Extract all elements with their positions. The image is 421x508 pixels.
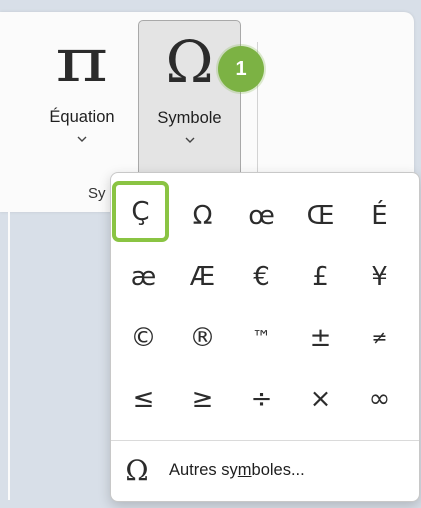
equation-label: Équation (49, 108, 115, 126)
symbol-cell[interactable]: × (291, 368, 350, 429)
symbol-cell[interactable]: ≥ (173, 368, 232, 429)
ribbon-edge (8, 200, 10, 500)
more-symbols-label: Autres symboles... (169, 460, 305, 479)
symbol-dropdown: Ç Ωœ Œ Éæ Æ € £ ¥ © ® ™ ± ≠ ≤ ≥ ÷ × ∞ Ω Autres symboles..… (110, 172, 420, 502)
symbol-button[interactable]: Ω Symbole (138, 20, 241, 182)
symbol-cell[interactable]: ÷ (232, 368, 291, 429)
symbol-cell[interactable]: ™ (232, 307, 291, 368)
omega-icon: Ω (165, 28, 214, 96)
symbol-cell[interactable]: ≠ (350, 307, 409, 368)
more-symbols-button[interactable]: Ω Autres symboles... (119, 449, 305, 491)
symbol-cell[interactable]: Ω (173, 185, 232, 246)
chevron-down-icon (77, 136, 87, 142)
pi-icon: π (55, 26, 109, 96)
symbol-grid: Ç Ωœ Œ Éæ Æ € £ ¥ © ® ™ ± ≠ ≤ ≥ ÷ × ∞ (112, 181, 410, 429)
symbol-cell[interactable]: ≤ (114, 368, 173, 429)
symbol-cell[interactable]: É (350, 185, 409, 246)
step-badge: 1 (218, 46, 264, 92)
symbol-cell[interactable]: æ (114, 246, 173, 307)
group-label: Sy (88, 185, 106, 202)
symbol-cell[interactable]: © (114, 307, 173, 368)
symbol-cell[interactable]: ® (173, 307, 232, 368)
symbol-cell[interactable]: € (232, 246, 291, 307)
symbol-cell[interactable]: ± (291, 307, 350, 368)
symbol-cell[interactable]: £ (291, 246, 350, 307)
symbol-cell[interactable]: œ (232, 185, 291, 246)
symbol-cell[interactable]: Æ (173, 246, 232, 307)
equation-button[interactable]: π Équation (30, 20, 134, 182)
symbol-cell[interactable]: ∞ (350, 368, 409, 429)
symbol-label: Symbole (157, 109, 222, 127)
menu-separator (111, 440, 419, 441)
chevron-down-icon (185, 137, 194, 143)
symbol-cell[interactable]: Ç (112, 181, 169, 242)
omega-icon: Ω (125, 453, 149, 487)
symbol-cell[interactable]: Œ (291, 185, 350, 246)
symbol-cell[interactable]: ¥ (350, 246, 409, 307)
